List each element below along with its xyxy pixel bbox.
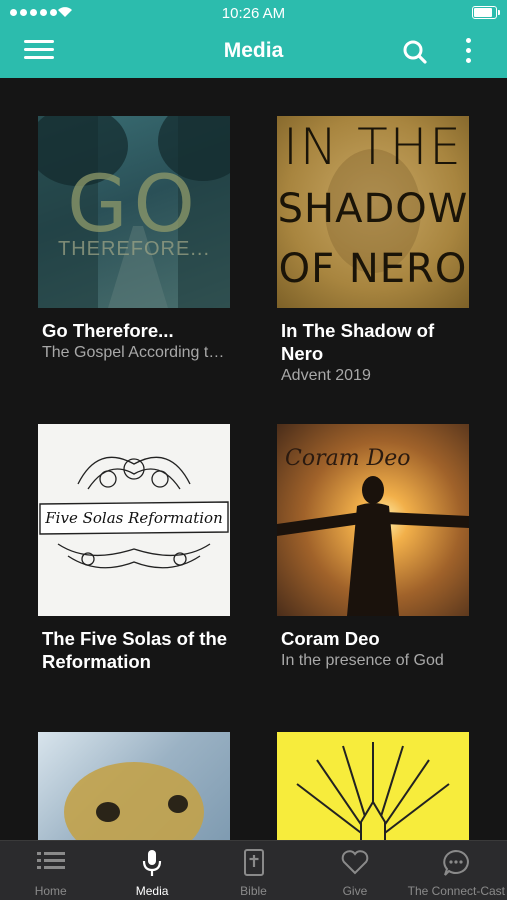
tab-home[interactable]: Home xyxy=(0,841,101,900)
nav-bar: Media xyxy=(0,26,507,78)
tab-media[interactable]: Media xyxy=(101,841,202,900)
tab-label: Media xyxy=(135,884,169,898)
bible-icon xyxy=(243,849,264,876)
art-text-therefore: THEREFORE... xyxy=(57,238,210,260)
media-card-shadow-of-nero[interactable]: IN THE SHADOW OF NERO In The Shadow of N… xyxy=(277,116,471,387)
media-subtitle: The Gospel According to... xyxy=(42,344,228,361)
search-icon[interactable] xyxy=(402,39,428,65)
media-subtitle: In the presence of God xyxy=(281,652,444,669)
media-card-6[interactable] xyxy=(277,732,471,840)
media-artwork xyxy=(277,732,469,840)
app-header: 10:26 AM Media xyxy=(0,0,507,78)
status-bar: 10:26 AM xyxy=(0,0,507,26)
tab-give[interactable]: Give xyxy=(304,841,405,900)
media-grid: GO THEREFORE... Go Therefore... The Gosp… xyxy=(0,78,507,840)
tab-label: The Connect-Cast xyxy=(407,884,506,898)
tab-connect-cast[interactable]: The Connect-Cast xyxy=(406,841,507,900)
more-vertical-icon[interactable] xyxy=(460,38,476,66)
chat-bubble-icon xyxy=(443,849,470,876)
heart-icon xyxy=(341,850,369,875)
battery-icon xyxy=(472,6,500,19)
tab-label: Home xyxy=(34,884,67,898)
art-text-go: GO xyxy=(67,160,201,250)
list-icon xyxy=(36,852,65,869)
microphone-icon xyxy=(143,850,162,876)
media-card-five-solas[interactable]: Five Solas Reformation The Five Solas of… xyxy=(38,424,232,673)
media-artwork: Coram Deo xyxy=(277,424,469,616)
art-text-coram-deo: Coram Deo xyxy=(285,446,411,471)
media-card-coram-deo[interactable]: Coram Deo Coram Deo In the presence of G… xyxy=(277,424,471,672)
media-artwork: IN THE SHADOW OF NERO xyxy=(277,116,469,308)
media-artwork xyxy=(38,732,230,840)
art-text-line-2: SHADOW xyxy=(277,186,469,232)
tab-bar: Home Media Bible Give The Connect-Cast xyxy=(0,840,507,900)
media-card-go-therefore[interactable]: GO THEREFORE... Go Therefore... The Gosp… xyxy=(38,116,232,364)
page-title: Media xyxy=(223,39,284,62)
tab-label: Give xyxy=(342,884,368,898)
media-title: Go Therefore... xyxy=(42,320,174,341)
tab-label: Bible xyxy=(240,884,267,898)
tab-bible[interactable]: Bible xyxy=(203,841,304,900)
media-title: In The Shadow of Nero xyxy=(281,320,435,364)
battery-level xyxy=(474,8,492,17)
status-time: 10:26 AM xyxy=(221,5,286,22)
media-artwork: Five Solas Reformation xyxy=(38,424,230,616)
art-text-five-solas: Five Solas Reformation xyxy=(45,509,223,527)
media-title: Coram Deo xyxy=(281,628,380,649)
media-title: The Five Solas of the Reformation xyxy=(42,628,228,672)
media-subtitle: Advent 2019 xyxy=(281,367,371,384)
media-artwork: GO THEREFORE... xyxy=(38,116,230,308)
art-text-line-3: OF NERO xyxy=(278,246,468,292)
art-text-line-1: IN THE xyxy=(283,118,463,176)
media-card-5[interactable] xyxy=(38,732,232,840)
